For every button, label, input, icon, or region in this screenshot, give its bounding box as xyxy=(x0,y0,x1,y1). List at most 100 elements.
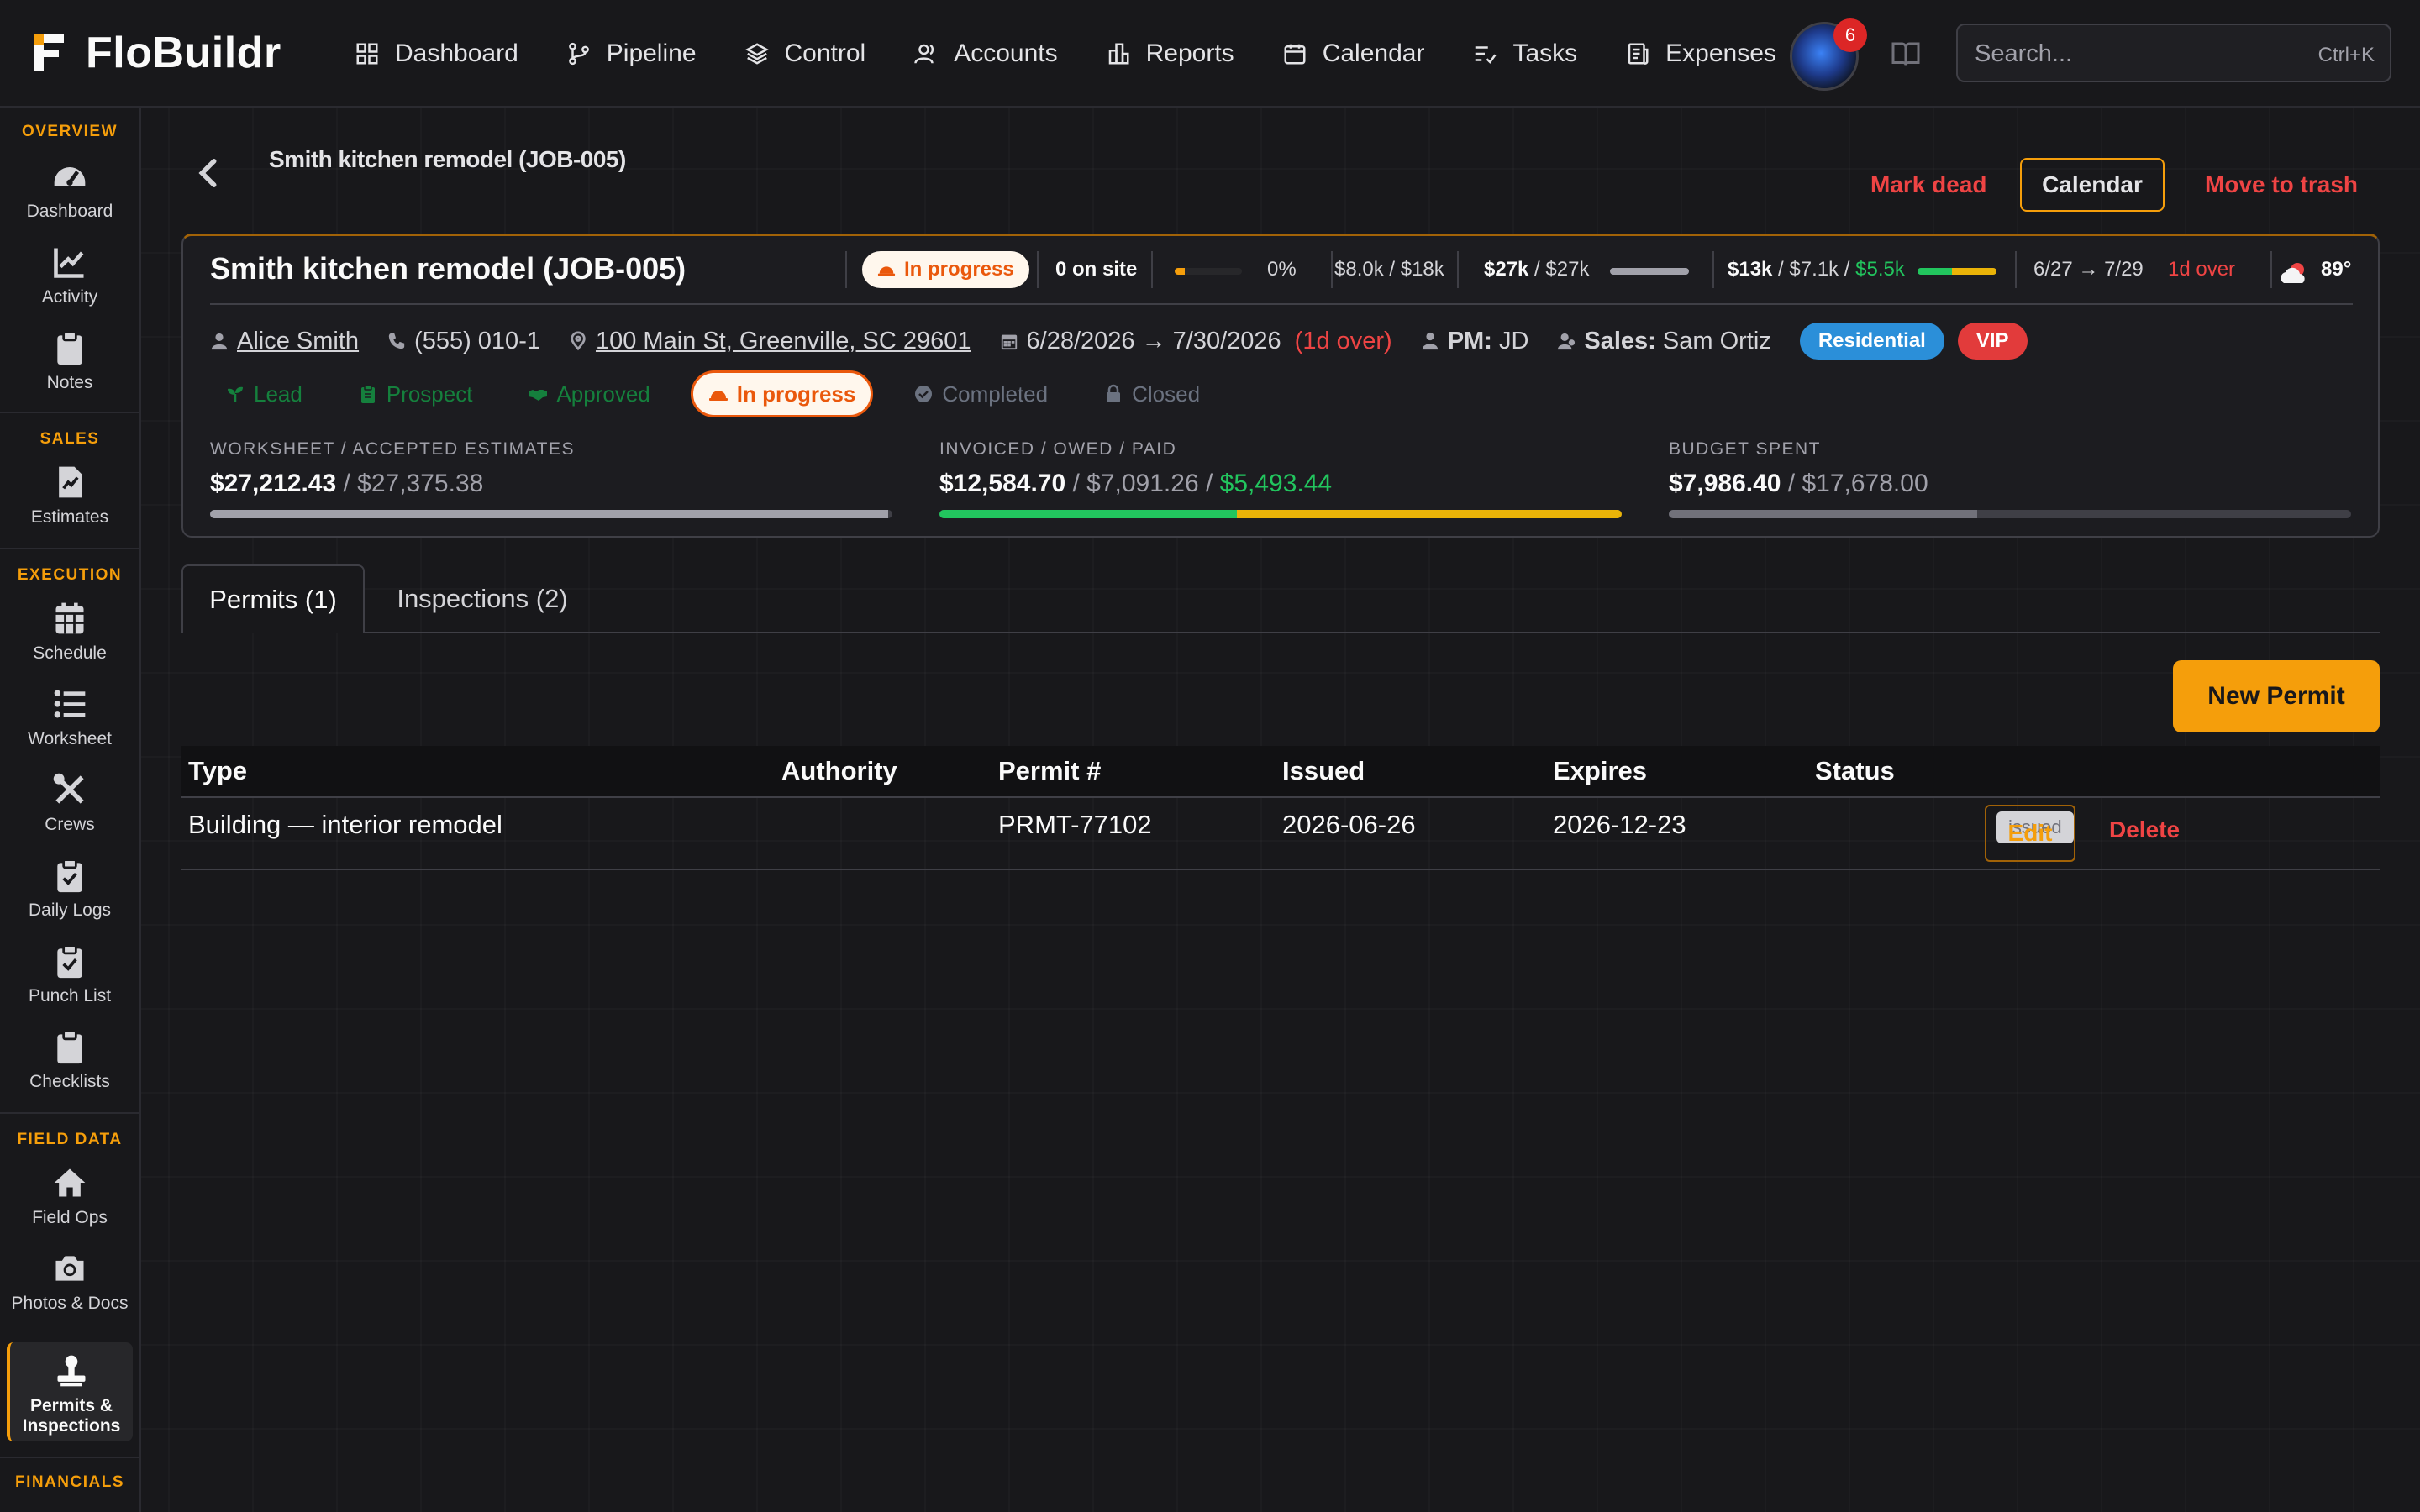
stage-closed[interactable]: Closed xyxy=(1088,370,1215,417)
address-link[interactable]: 100 Main St, Greenville, SC 29601 xyxy=(569,328,971,355)
stage-lead[interactable]: Lead xyxy=(210,370,318,417)
sidebar-item-crews[interactable]: Crews xyxy=(7,771,133,835)
status-label: In progress xyxy=(904,258,1014,281)
calendar-button[interactable]: Calendar xyxy=(2020,158,2165,212)
sidebar-item-punch-list[interactable]: Punch List xyxy=(7,942,133,1006)
estimates-bar-fill xyxy=(1610,268,1689,275)
cost-summary: $8.0k / $18k xyxy=(1334,258,1444,281)
column-header-status[interactable]: Status xyxy=(1815,756,1895,786)
overdue-label: (1d over) xyxy=(1294,327,1392,354)
stage-label: Prospect xyxy=(386,381,473,407)
nav-accounts[interactable]: Accounts xyxy=(913,39,1058,68)
on-site-count: 0 on site xyxy=(1055,258,1137,281)
tab-permits[interactable]: Permits (1) xyxy=(182,564,365,633)
layers-icon xyxy=(744,43,769,65)
sidebar-item-field-ops[interactable]: Field Ops xyxy=(7,1164,133,1228)
sidebar-item-label: Permits & Inspections xyxy=(22,1396,121,1436)
client-name: Alice Smith xyxy=(237,327,360,354)
user-avatar-button[interactable]: 6 xyxy=(1790,18,1867,91)
sidebar: OVERVIEW Dashboard Activity Notes SALES … xyxy=(0,108,141,1512)
card-divider xyxy=(210,303,2353,305)
search-shortcut: Ctrl+K xyxy=(2317,44,2375,66)
app-logo[interactable]: FloBuildr xyxy=(30,27,281,79)
nav-reports[interactable]: Reports xyxy=(1106,39,1234,68)
weather-temp-value: 89° xyxy=(2321,258,2352,281)
sidebar-item-label: Activity xyxy=(41,287,98,307)
sidebar-item-label: Schedule xyxy=(33,643,107,663)
sidebar-section-field-data: FIELD DATA xyxy=(17,1131,123,1148)
sidebar-item-notes[interactable]: Notes xyxy=(7,329,133,393)
tools-icon xyxy=(53,773,84,804)
job-dates: 6/28/2026 → 7/30/2026 (1d over) xyxy=(1000,328,1392,355)
search-input[interactable]: Search... Ctrl+K xyxy=(1956,24,2391,82)
nav-control[interactable]: Control xyxy=(744,39,865,68)
sidebar-item-label: Estimates xyxy=(30,507,109,527)
new-permit-button[interactable]: New Permit xyxy=(2173,660,2380,732)
sidebar-item-label: Crews xyxy=(45,815,95,834)
nav-calendar[interactable]: Calendar xyxy=(1282,39,1424,68)
branch-icon xyxy=(568,42,589,66)
column-header-permit-number[interactable]: Permit # xyxy=(998,756,1101,786)
clipboard-icon xyxy=(57,1030,82,1064)
column-header-issued[interactable]: Issued xyxy=(1282,756,1365,786)
tag-vip[interactable]: VIP xyxy=(1957,323,2028,360)
invoiced-bar-paid xyxy=(939,510,1238,518)
client-link[interactable]: Alice Smith xyxy=(210,328,359,355)
top-bar: FloBuildr Dashboard Pipeline Control Acc… xyxy=(0,0,2420,108)
permit-issued-date: 2026-06-26 xyxy=(1282,810,1416,839)
user-tie-icon xyxy=(1422,332,1438,350)
user-icon xyxy=(211,333,228,350)
table-row[interactable]: Building — interior remodel PRMT-77102 2… xyxy=(182,798,2380,870)
pm-name: JD xyxy=(1498,327,1529,354)
column-header-type[interactable]: Type xyxy=(188,756,247,786)
column-header-authority[interactable]: Authority xyxy=(781,756,897,786)
clipboard-check-icon xyxy=(57,858,82,893)
mark-dead-button[interactable]: Mark dead xyxy=(1870,171,1987,198)
nav-dashboard[interactable]: Dashboard xyxy=(355,39,518,68)
sidebar-item-schedule[interactable]: Schedule xyxy=(7,600,133,664)
sidebar-item-photos-docs[interactable]: Photos & Docs xyxy=(7,1250,133,1314)
sidebar-item-daily-logs[interactable]: Daily Logs xyxy=(7,857,133,921)
tag-residential[interactable]: Residential xyxy=(1799,323,1944,360)
stage-prospect[interactable]: Prospect xyxy=(343,370,488,417)
budget-bar xyxy=(1669,510,2351,518)
edit-permit-button[interactable]: Edit xyxy=(1985,805,2075,862)
invoiced-amount: $12,584.70 xyxy=(939,470,1066,497)
nav-pipeline[interactable]: Pipeline xyxy=(566,39,697,68)
stage-label: Lead xyxy=(254,381,302,407)
budget-values: $7,986.40 / $17,678.00 xyxy=(1669,470,1928,497)
sidebar-item-estimates[interactable]: Estimates xyxy=(7,464,133,528)
delete-permit-button[interactable]: Delete xyxy=(2109,816,2180,843)
phone-number: (555) 010-1 xyxy=(414,327,540,354)
stage-completed[interactable]: Completed xyxy=(898,370,1063,417)
column-header-expires[interactable]: Expires xyxy=(1553,756,1647,786)
status-badge: In progress xyxy=(862,251,1029,288)
back-chevron-icon[interactable] xyxy=(195,156,224,190)
stage-label: Closed xyxy=(1132,381,1201,407)
divider xyxy=(1712,251,1714,288)
calendar-grid-icon xyxy=(55,602,84,634)
phone-link[interactable]: (555) 010-1 xyxy=(387,328,540,355)
sidebar-item-label: Worksheet xyxy=(28,729,112,748)
nav-tasks[interactable]: Tasks xyxy=(1472,39,1577,68)
stage-in-progress[interactable]: In progress xyxy=(690,370,874,417)
tab-inspections[interactable]: Inspections (2) xyxy=(378,564,587,633)
book-open-icon[interactable] xyxy=(1891,39,1921,69)
invoice-mini-bar xyxy=(1918,268,1996,275)
nav-label: Accounts xyxy=(954,39,1058,67)
stamp-icon xyxy=(57,1355,86,1387)
sidebar-item-label: Daily Logs xyxy=(28,900,112,920)
stage-approved[interactable]: Approved xyxy=(513,370,665,417)
sidebar-item-label: Photos & Docs xyxy=(11,1294,129,1313)
sidebar-item-worksheet[interactable]: Worksheet xyxy=(7,685,133,749)
move-to-trash-button[interactable]: Move to trash xyxy=(2205,171,2358,198)
sidebar-item-dashboard[interactable]: Dashboard xyxy=(7,158,133,222)
divider xyxy=(1037,251,1039,288)
house-icon xyxy=(54,1168,86,1197)
sidebar-item-permits[interactable]: Permits & Inspections xyxy=(7,1342,133,1441)
sidebar-divider xyxy=(0,412,139,413)
sidebar-item-checklists[interactable]: Checklists xyxy=(7,1028,133,1092)
sidebar-item-activity[interactable]: Activity xyxy=(7,244,133,307)
nav-expenses[interactable]: Expenses xyxy=(1625,39,1775,68)
progress-bar-fill xyxy=(1175,268,1185,275)
